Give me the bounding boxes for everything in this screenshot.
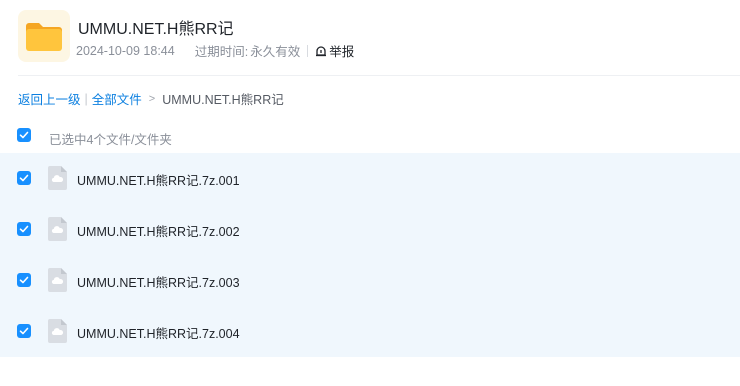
back-link[interactable]: 返回上一级	[18, 89, 81, 108]
cloud-file-icon	[48, 217, 67, 241]
check-icon	[19, 327, 29, 335]
expiry-label: 过期时间:	[194, 45, 249, 59]
cloud-file-icon	[48, 166, 67, 190]
file-name: UMMU.NET.H熊RR记.7z.002	[77, 225, 240, 239]
folder-icon	[18, 10, 70, 62]
check-icon	[19, 276, 29, 284]
file-row[interactable]: UMMU.NET.H熊RR记.7z.003	[0, 255, 740, 306]
file-list: UMMU.NET.H熊RR记.7z.001 UMMU.NET.H熊RR记.7z.…	[0, 153, 740, 357]
report-icon	[316, 45, 327, 56]
share-header: UMMU.NET.H熊RR记 2024-10-09 18:44 过期时间: 永久…	[18, 8, 740, 76]
breadcrumb: 返回上一级 | 全部文件 > UMMU.NET.H熊RR记	[18, 89, 284, 108]
all-files-link[interactable]: 全部文件	[92, 89, 142, 108]
checkbox[interactable]	[17, 128, 31, 142]
check-icon	[19, 174, 29, 182]
file-checkbox[interactable]	[17, 222, 31, 236]
divider	[307, 44, 309, 57]
file-row[interactable]: UMMU.NET.H熊RR记.7z.001	[0, 153, 740, 204]
expiry-value: 永久有效	[250, 45, 301, 59]
share-meta: 2024-10-09 18:44 过期时间: 永久有效 举报	[76, 41, 354, 60]
file-name: UMMU.NET.H熊RR记.7z.004	[77, 327, 240, 341]
file-row[interactable]: UMMU.NET.H熊RR记.7z.002	[0, 204, 740, 255]
file-name: UMMU.NET.H熊RR记.7z.001	[77, 174, 240, 188]
report-button[interactable]: 举报	[315, 41, 354, 60]
check-icon	[19, 131, 29, 139]
selection-summary: 已选中4个文件/文件夹	[49, 133, 172, 147]
share-date: 2024-10-09 18:44	[76, 43, 175, 58]
share-title: UMMU.NET.H熊RR记	[78, 21, 234, 38]
file-checkbox[interactable]	[17, 273, 31, 287]
file-checkbox[interactable]	[17, 171, 31, 185]
breadcrumb-current: UMMU.NET.H熊RR记	[162, 93, 284, 107]
breadcrumb-divider: |	[84, 91, 88, 106]
cloud-file-icon	[48, 319, 67, 343]
check-icon	[19, 225, 29, 233]
select-all-checkbox[interactable]	[17, 128, 31, 142]
file-name: UMMU.NET.H熊RR记.7z.003	[77, 276, 240, 290]
breadcrumb-arrow-icon: >	[148, 92, 156, 105]
file-row[interactable]: UMMU.NET.H熊RR记.7z.004	[0, 306, 740, 357]
report-label: 举报	[329, 45, 355, 59]
file-checkbox[interactable]	[17, 324, 31, 338]
cloud-file-icon	[48, 268, 67, 292]
